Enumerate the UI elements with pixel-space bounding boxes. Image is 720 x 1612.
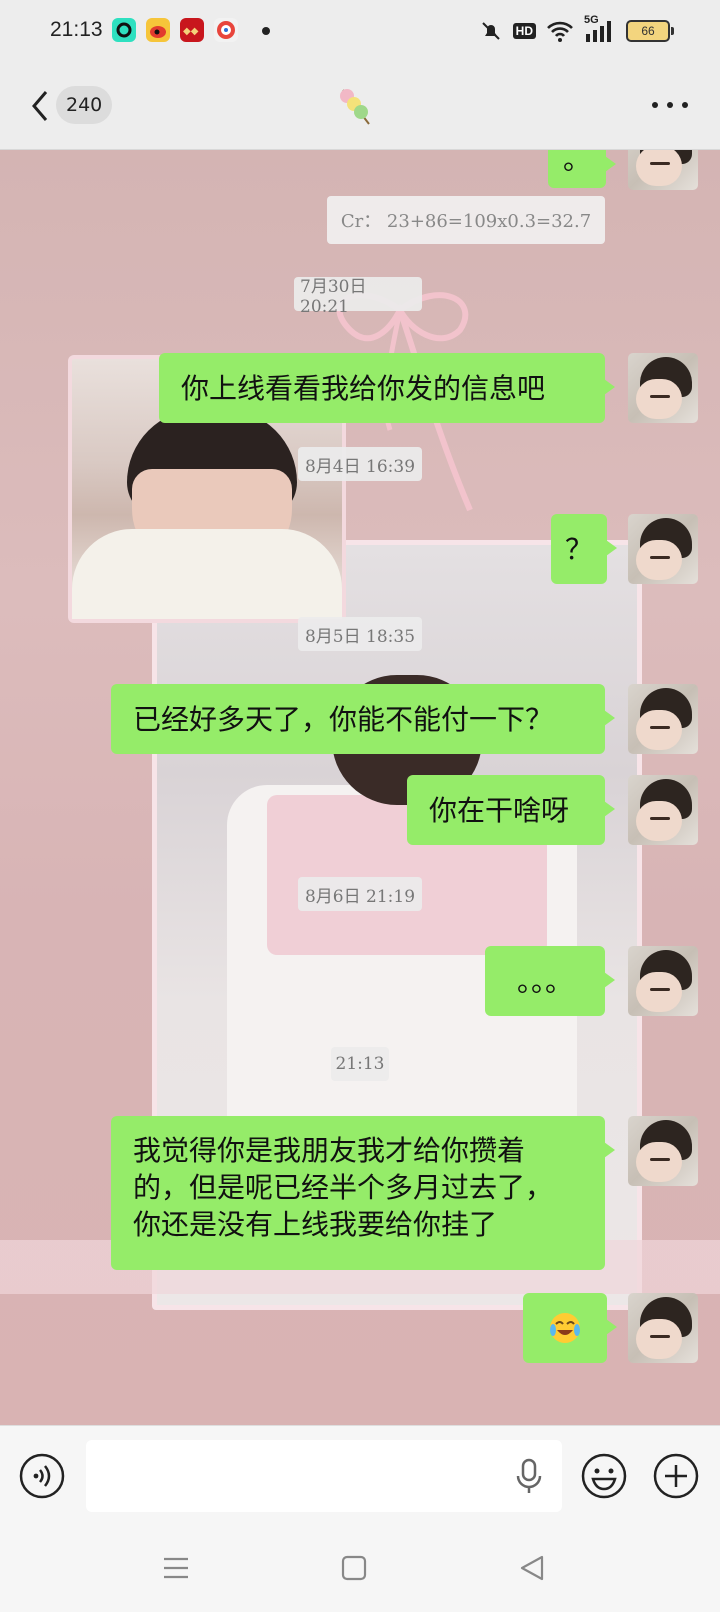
user-avatar[interactable] xyxy=(628,353,698,423)
timestamp: 21:13 xyxy=(331,1047,389,1081)
avatar-face xyxy=(636,379,682,419)
microphone-icon[interactable] xyxy=(514,1456,544,1496)
app-notification-icon xyxy=(112,18,136,42)
wifi-icon xyxy=(547,21,573,42)
timestamp: 8月6日 21:19 xyxy=(298,877,422,911)
message-input[interactable] xyxy=(86,1440,562,1512)
home-icon[interactable] xyxy=(338,1553,370,1583)
user-avatar[interactable] xyxy=(628,1293,698,1363)
avatar-eyes xyxy=(650,817,670,820)
avatar-face xyxy=(636,540,682,580)
avatar-face xyxy=(636,1142,682,1182)
chat-area[interactable]: 。 Cr： 23+86=109x0.3=32.7 7月30日 20:21 你上线… xyxy=(0,150,720,1425)
menu-icon[interactable] xyxy=(160,1553,192,1583)
chat-header: 240 xyxy=(0,62,720,150)
avatar-face xyxy=(636,1319,682,1359)
timestamp: 8月4日 16:39 xyxy=(298,447,422,481)
avatar-eyes xyxy=(650,395,670,398)
user-avatar[interactable] xyxy=(628,946,698,1016)
wallpaper-fur xyxy=(72,529,342,619)
voice-mode-icon[interactable] xyxy=(18,1452,66,1500)
user-avatar[interactable] xyxy=(628,684,698,754)
user-avatar[interactable] xyxy=(628,514,698,584)
tanghulu-icon xyxy=(340,89,370,125)
hd-badge: HD xyxy=(512,23,536,39)
news-app-icon: ◆◆ xyxy=(180,18,204,42)
message-bubble[interactable]: 已经好多天了，你能不能付一下？ xyxy=(111,684,615,754)
avatar-face xyxy=(636,801,682,841)
mute-icon xyxy=(481,22,500,40)
message-bubble[interactable]: 。。。 xyxy=(485,946,615,1016)
input-bar xyxy=(0,1425,720,1525)
status-icons: HD 5G 66 xyxy=(479,14,674,46)
avatar-eyes xyxy=(650,1158,670,1161)
more-options-button[interactable] xyxy=(652,102,688,110)
more-dot xyxy=(652,102,658,108)
message-bubble[interactable]: ？ xyxy=(551,514,617,584)
message-bubble[interactable]: 你上线看看我给你发的信息吧 xyxy=(159,353,615,423)
svg-text:◆◆: ◆◆ xyxy=(183,26,199,37)
more-dot xyxy=(682,102,688,108)
avatar-face xyxy=(636,150,682,186)
more-dot xyxy=(667,102,673,108)
timestamp: 8月5日 18:35 xyxy=(298,617,422,651)
avatar-face xyxy=(636,710,682,750)
user-avatar[interactable] xyxy=(628,1116,698,1186)
message-bubble-partial[interactable]: 。 xyxy=(548,150,616,188)
signal-icon xyxy=(586,21,611,42)
avatar-eyes xyxy=(650,988,670,991)
avatar-face xyxy=(636,972,682,1012)
status-time: 21:13 xyxy=(50,18,103,41)
user-avatar[interactable] xyxy=(628,775,698,845)
signal-5g: 5G xyxy=(584,14,616,44)
unread-count-badge[interactable]: 240 xyxy=(56,86,113,124)
crying-laughing-emoji xyxy=(550,1313,580,1343)
message-bubble[interactable]: 你在干啥呀 xyxy=(407,775,615,845)
message-bubble-long[interactable]: 我觉得你是我朋友我才给你攒着 的，但是呢已经半个多月过去了， 你还是没有上线我要… xyxy=(111,1116,615,1270)
avatar-eyes xyxy=(650,162,670,165)
avatar-eyes xyxy=(650,726,670,729)
avatar-eyes xyxy=(650,556,670,559)
game-app-icon xyxy=(214,18,238,42)
system-nav-bar xyxy=(0,1525,720,1612)
message-text: 我觉得你是我朋友我才给你攒着 的，但是呢已经半个多月过去了， 你还是没有上线我要… xyxy=(133,1134,554,1241)
back-arrow-icon[interactable] xyxy=(26,84,56,128)
battery-indicator: 66 xyxy=(626,20,674,42)
back-triangle-icon[interactable] xyxy=(516,1553,548,1583)
more-notifications-dot xyxy=(262,27,270,35)
message-bubble-emoji[interactable] xyxy=(523,1293,617,1363)
weibo-icon xyxy=(146,18,170,42)
calc-note: Cr： 23+86=109x0.3=32.7 xyxy=(327,196,605,244)
status-bar: 21:13 ◆◆ HD 5G 66 xyxy=(0,0,720,62)
user-avatar[interactable] xyxy=(628,150,698,190)
timestamp: 7月30日 20:21 xyxy=(294,277,422,317)
emoji-icon[interactable] xyxy=(580,1452,628,1500)
plus-icon[interactable] xyxy=(652,1452,700,1500)
avatar-eyes xyxy=(650,1335,670,1338)
